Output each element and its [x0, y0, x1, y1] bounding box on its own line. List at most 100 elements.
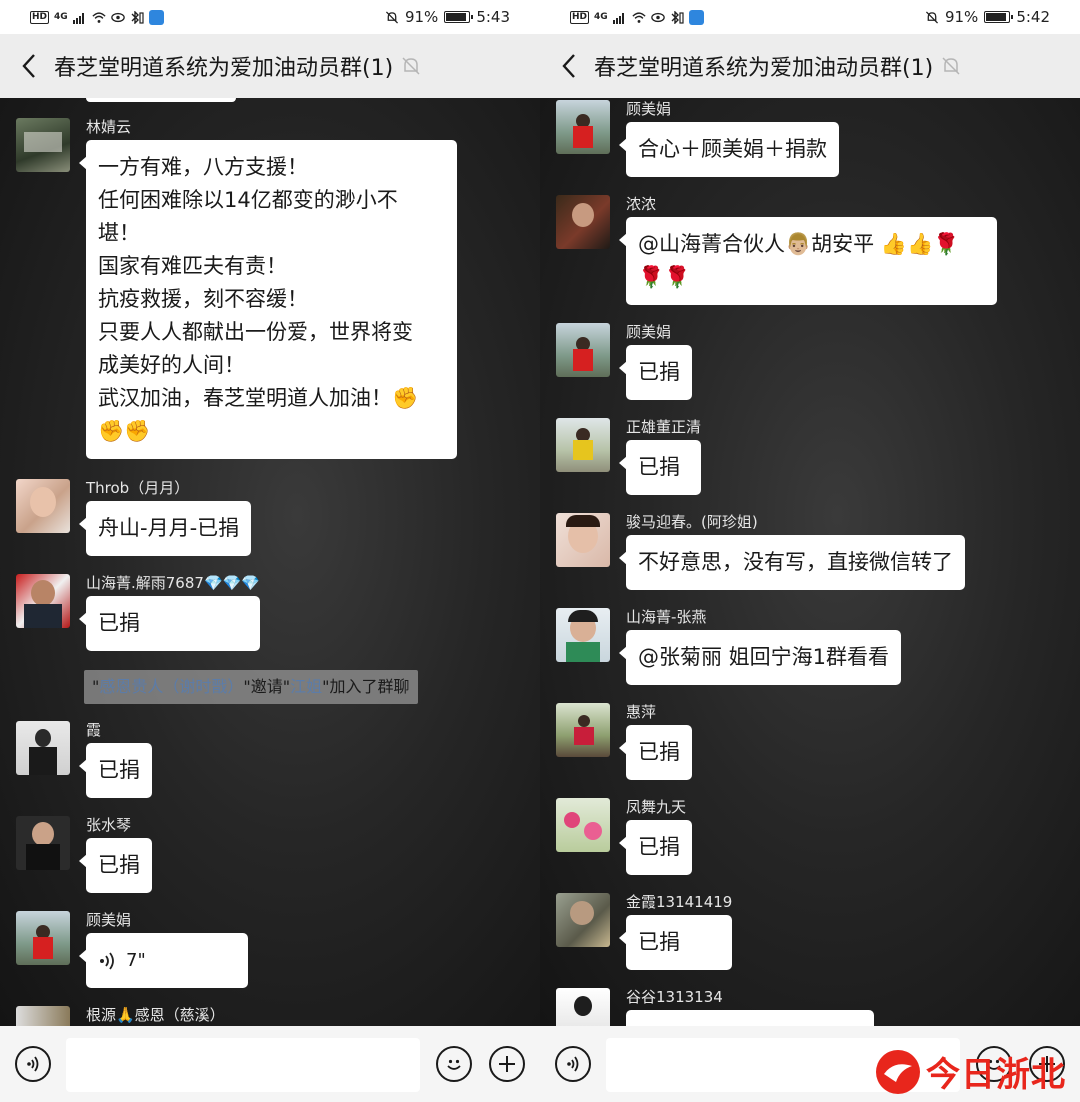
- voice-mode-icon: [27, 1056, 39, 1072]
- back-button[interactable]: [14, 51, 44, 81]
- chat-area[interactable]: 林婧云 一方有难，八方支援！ 任何困难除以14亿都变的渺小不 堪！ 国家有难匹夫…: [0, 98, 540, 1026]
- voice-mode-button[interactable]: [15, 1046, 51, 1082]
- network-type: 4G: [54, 12, 68, 22]
- message-line: 国家有难匹夫有责！: [98, 254, 287, 278]
- avatar[interactable]: [556, 608, 610, 662]
- chat-area[interactable]: 顾美娟 合心＋顾美娟＋捐款 浓浓 @山海菁合伙人👨🏼胡安平 👍👍🌹 🌹🌹 顾美娟…: [540, 98, 1080, 1026]
- inviter-link[interactable]: 感恩贵人（谢时戬）: [99, 677, 243, 696]
- avatar[interactable]: [556, 323, 610, 377]
- battery-fill: [446, 13, 467, 21]
- avatar[interactable]: [16, 911, 70, 965]
- avatar[interactable]: [16, 721, 70, 775]
- sender-name: 山海菁.解雨7687💎💎💎: [86, 574, 260, 592]
- avatar[interactable]: [556, 988, 610, 1026]
- avatar[interactable]: [16, 816, 70, 870]
- battery-percent: 91%: [944, 8, 979, 26]
- battery-fill: [986, 13, 1007, 21]
- hd-badge: HD: [30, 10, 50, 24]
- clock: 5:43: [476, 8, 510, 26]
- sender-name: 金霞13141419: [626, 893, 733, 911]
- sender-name: 霞: [86, 721, 102, 739]
- message-item: 浓浓 @山海菁合伙人👨🏼胡安平 👍👍🌹 🌹🌹: [556, 195, 997, 305]
- sender-name: 林婧云: [86, 118, 132, 136]
- avatar[interactable]: [556, 195, 610, 249]
- message-item: 谷谷1313134: [556, 988, 874, 1026]
- sender-name: 正雄董正清: [626, 418, 702, 436]
- clock: 5:42: [1016, 8, 1050, 26]
- voice-duration: 7": [126, 950, 146, 971]
- message-input[interactable]: [66, 1038, 420, 1092]
- back-button[interactable]: [554, 51, 584, 81]
- avatar[interactable]: [16, 1006, 70, 1026]
- message-item: 山海菁.解雨7687💎💎💎 已捐: [16, 574, 260, 651]
- voice-mode-icon: [567, 1056, 579, 1072]
- left-screenshot: HD 4G 91% 5:43 春芝堂明道系统为爱加油动员群(1) 林婧云 一方有…: [0, 0, 540, 1102]
- message-bubble[interactable]: 已捐: [619, 820, 692, 875]
- bell-off-icon: [925, 10, 938, 24]
- message-bubble[interactable]: 已捐: [79, 743, 152, 798]
- message-bubble[interactable]: 合心＋顾美娟＋捐款: [619, 122, 839, 177]
- message-line: 成美好的人间！: [98, 353, 245, 377]
- avatar[interactable]: [556, 798, 610, 852]
- message-bubble[interactable]: 不好意思，没有写，直接微信转了: [619, 535, 965, 590]
- message-bubble[interactable]: 已捐: [618, 440, 702, 495]
- message-bubble[interactable]: 已捐: [618, 915, 733, 970]
- eye-icon: [110, 12, 125, 22]
- input-bar: [0, 1026, 540, 1102]
- message-bubble[interactable]: @山海菁合伙人👨🏼胡安平 👍👍🌹 🌹🌹: [619, 217, 997, 305]
- notice-text: "加入了群聊: [322, 677, 410, 696]
- message-item: 林婧云 一方有难，八方支援！ 任何困难除以14亿都变的渺小不 堪！ 国家有难匹夫…: [16, 118, 457, 459]
- hd-badge: HD: [570, 10, 590, 24]
- voice-wave-icon: [100, 951, 114, 970]
- message-item: 根源🙏感恩（慈溪）: [16, 1006, 225, 1026]
- status-bar: HD 4G 91% 5:43: [0, 0, 540, 34]
- message-line: 堪！: [98, 221, 140, 245]
- partial-message-bubble: [86, 98, 236, 102]
- message-item: 霞 已捐: [16, 721, 152, 798]
- message-item: 凤舞九天 已捐: [556, 798, 692, 875]
- avatar[interactable]: [556, 703, 610, 757]
- avatar[interactable]: [556, 893, 610, 947]
- chat-header: 春芝堂明道系统为爱加油动员群(1): [0, 34, 540, 98]
- message-item: 骏马迎春。(阿珍姐) 不好意思，没有写，直接微信转了: [556, 513, 965, 590]
- avatar[interactable]: [16, 479, 70, 533]
- right-screenshot: HD 4G 91% 5:42 春芝堂明道系统为爱加油动员群(1) 顾美娟 合心＋…: [540, 0, 1080, 1102]
- message-line: 武汉加油，春芝堂明道人加油！✊: [98, 386, 419, 410]
- voice-message-bubble[interactable]: 7": [79, 933, 248, 988]
- message-bubble[interactable]: 一方有难，八方支援！ 任何困难除以14亿都变的渺小不 堪！ 国家有难匹夫有责！ …: [79, 140, 457, 459]
- more-button[interactable]: [489, 1046, 525, 1082]
- avatar[interactable]: [16, 118, 70, 172]
- wifi-icon: [632, 11, 646, 23]
- avatar[interactable]: [556, 513, 610, 567]
- message-bubble[interactable]: 舟山-月月-已捐: [78, 501, 252, 556]
- message-item: 顾美娟 已捐: [556, 323, 692, 400]
- message-bubble[interactable]: @张菊丽 姐回宁海1群看看: [618, 630, 902, 685]
- message-bubble[interactable]: 已捐: [619, 345, 692, 400]
- sender-name: 根源🙏感恩（慈溪）: [86, 1006, 225, 1024]
- message-bubble[interactable]: 已捐: [79, 596, 260, 651]
- message-line: 一方有难，八方支援！: [98, 155, 308, 179]
- partial-message-bubble: [626, 1010, 874, 1026]
- message-item: 山海菁-张燕 @张菊丽 姐回宁海1群看看: [556, 608, 902, 685]
- avatar[interactable]: [556, 418, 610, 472]
- message-bubble[interactable]: 已捐: [619, 725, 692, 780]
- sender-name: 凤舞九天: [626, 798, 687, 816]
- voice-mode-button[interactable]: [555, 1046, 591, 1082]
- status-bar: HD 4G 91% 5:42: [540, 0, 1080, 34]
- battery-percent: 91%: [404, 8, 439, 26]
- sender-name: 顾美娟: [626, 100, 672, 118]
- message-item: Throb（月月） 舟山-月月-已捐: [16, 479, 252, 556]
- invitee-link[interactable]: 江姐: [290, 677, 322, 696]
- message-line: 任何困难除以14亿都变的渺小不: [98, 188, 398, 212]
- input-bar: 今日浙北: [540, 1026, 1080, 1102]
- sender-name: 张水琴: [86, 816, 132, 834]
- avatar[interactable]: [556, 100, 610, 154]
- watermark: 今日浙北: [874, 1047, 1066, 1096]
- eye-icon: [650, 12, 665, 22]
- emoji-button[interactable]: [436, 1046, 472, 1082]
- message-line: ✊✊: [98, 419, 151, 443]
- chevron-left-icon: [562, 54, 575, 78]
- avatar[interactable]: [16, 574, 70, 628]
- message-bubble[interactable]: 已捐: [79, 838, 152, 893]
- watermark-logo-icon: [876, 1049, 920, 1094]
